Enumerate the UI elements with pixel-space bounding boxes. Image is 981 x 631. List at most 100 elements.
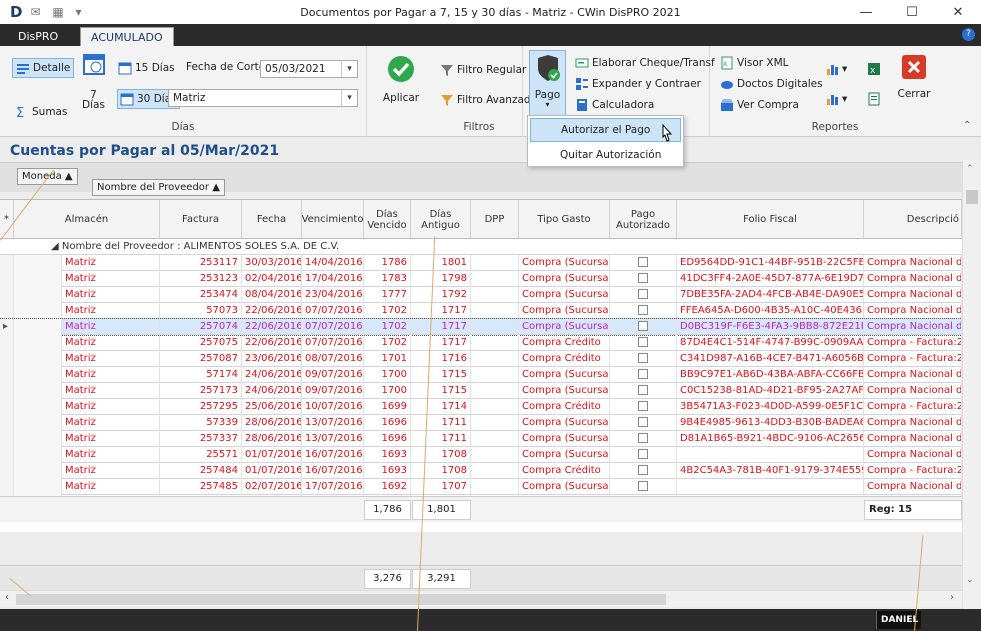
pago-autorizado-checkbox[interactable] [638, 289, 648, 299]
report-sheet-button[interactable] [867, 92, 884, 106]
pago-autorizado-checkbox[interactable] [638, 433, 648, 443]
collapse-ribbon-icon[interactable]: ⌃ [963, 120, 971, 131]
scroll-down-icon[interactable]: ⌄ [966, 575, 974, 585]
maximize-icon[interactable]: ☐ [889, 0, 935, 24]
column-pago-autorizado[interactable]: Pago Autorizado [610, 200, 677, 239]
column-folio-fiscal[interactable]: Folio Fiscal [677, 200, 864, 239]
calculadora-button[interactable]: Calculadora [575, 98, 654, 112]
15-dias-button[interactable]: 15 Días [118, 58, 175, 78]
doctos-digitales-button[interactable]: Doctos Digitales [720, 77, 823, 91]
column-vencimiento[interactable]: Vencimiento [302, 200, 364, 239]
elaborar-cheque-button[interactable]: Elaborar Cheque/Transf [575, 56, 715, 70]
column-dias-antiguo[interactable]: Días Antiguo [411, 200, 471, 239]
quick-access-icons[interactable]: ✉ ▦ ▾ [30, 5, 85, 19]
table-row[interactable]: ▸ Matriz 257074 22/06/2016 07/07/2016 1702 171… [0, 318, 963, 336]
minimize-icon[interactable]: — [843, 0, 889, 24]
cell-dpp [471, 319, 519, 336]
column-dpp[interactable]: DPP [471, 200, 519, 239]
row-indicator[interactable]: ▸ [0, 319, 14, 336]
row-indicator[interactable] [0, 399, 14, 416]
pago-autorizado-checkbox[interactable] [638, 337, 648, 347]
pago-autorizado-checkbox[interactable] [638, 353, 648, 363]
row-indicator[interactable] [0, 479, 14, 496]
pago-autorizado-checkbox[interactable] [638, 257, 648, 267]
horizontal-scrollbar[interactable]: ‹ › [0, 590, 962, 607]
pago-autorizado-checkbox[interactable] [638, 449, 648, 459]
row-indicator[interactable] [0, 431, 14, 448]
table-row[interactable]: Matriz 257295 25/06/2016 10/07/2016 1699 1714… [0, 399, 962, 416]
aplicar-button[interactable]: Aplicar [378, 54, 424, 114]
table-row[interactable]: Matriz 253123 02/04/2016 17/04/2016 1783 1798… [0, 271, 962, 288]
table-row[interactable]: Matriz 253117 30/03/2016 14/04/2016 1786 1801… [0, 255, 962, 272]
pago-autorizado-checkbox[interactable] [638, 369, 648, 379]
table-row[interactable]: Matriz 257484 01/07/2016 16/07/2016 1693 1708… [0, 463, 962, 480]
column-tipo-gasto[interactable]: Tipo Gasto [519, 200, 610, 239]
vertical-scrollbar[interactable]: ⌃ ⌄ [962, 160, 981, 609]
row-indicator[interactable] [0, 383, 14, 400]
chart-dropdown-2[interactable]: ▾ [825, 92, 847, 106]
pago-autorizado-checkbox[interactable] [638, 321, 648, 331]
tab-acumulado[interactable]: ACUMULADO [80, 27, 174, 46]
row-indicator[interactable] [0, 255, 14, 272]
pago-autorizado-checkbox[interactable] [638, 481, 648, 491]
table-row[interactable]: Matriz 57339 28/06/2016 13/07/2016 1696 1711 C… [0, 415, 962, 432]
pago-autorizado-checkbox[interactable] [638, 385, 648, 395]
table-row[interactable]: Matriz 257485 02/07/2016 17/07/2016 1692 1707… [0, 479, 962, 496]
quitar-autorizacion-item[interactable]: Quitar Autorización [530, 144, 681, 168]
detalle-button[interactable]: Detalle [12, 58, 75, 78]
pago-autorizado-checkbox[interactable] [638, 305, 648, 315]
column-almacen[interactable]: Almacén [14, 200, 160, 239]
column-descripcion[interactable]: Descripció [864, 200, 962, 239]
table-row[interactable]: Matriz 257075 22/06/2016 07/07/2016 1702 1717… [0, 335, 962, 352]
expander-button[interactable]: Expander y Contraer [575, 77, 701, 91]
cell-pago-autorizado [610, 287, 677, 304]
table-row[interactable]: Matriz 257087 23/06/2016 08/07/2016 1701 1716… [0, 351, 962, 368]
table-row[interactable]: Matriz 253474 08/04/2016 23/04/2016 1777 1792… [0, 287, 962, 304]
chart-dropdown-1[interactable]: ▾ [825, 62, 847, 76]
table-row[interactable]: Matriz 257173 24/06/2016 09/07/2016 1700 1715… [0, 383, 962, 400]
row-indicator[interactable] [0, 351, 14, 368]
column-dias-vencido[interactable]: Días Vencido [364, 200, 411, 239]
scroll-right-icon[interactable]: › [950, 592, 954, 603]
pago-button[interactable]: Pago ▾ [529, 50, 566, 116]
7-dias-button[interactable]: 7 Días [76, 52, 111, 124]
cerrar-button[interactable]: Cerrar [893, 54, 935, 114]
chevron-down-icon[interactable]: ▾ [341, 61, 357, 77]
visor-xml-button[interactable]: X Visor XML [720, 56, 789, 70]
row-indicator[interactable] [0, 303, 14, 320]
tab-dispro[interactable]: DisPRO [8, 27, 68, 46]
sumas-button[interactable]: Σ Sumas [15, 102, 67, 122]
table-row[interactable]: Matriz 57174 24/06/2016 09/07/2016 1700 1715 C… [0, 367, 962, 384]
filtro-avanzado-button[interactable]: Filtro Avanzado [440, 93, 537, 107]
row-indicator[interactable] [0, 367, 14, 384]
table-row[interactable]: Matriz 57073 22/06/2016 07/07/2016 1702 1717 C… [0, 303, 962, 320]
row-indicator[interactable] [0, 463, 14, 480]
column-fecha[interactable]: Fecha [242, 200, 302, 239]
pago-autorizado-checkbox[interactable] [638, 273, 648, 283]
table-row[interactable]: Matriz 25571 01/07/2016 16/07/2016 1693 1708 C… [0, 447, 962, 464]
scroll-up-icon[interactable]: ⌃ [966, 164, 974, 174]
group-row[interactable]: ◢ Nombre del Proveedor : ALIMENTOS SOLES… [0, 239, 962, 255]
filtro-regular-button[interactable]: Filtro Regular [440, 63, 526, 77]
pago-autorizado-checkbox[interactable] [638, 401, 648, 411]
column-factura[interactable]: Factura [160, 200, 242, 239]
row-indicator[interactable] [0, 335, 14, 352]
row-indicator[interactable] [0, 415, 14, 432]
pago-autorizado-checkbox[interactable] [638, 417, 648, 427]
close-window-icon[interactable]: ✕ [935, 0, 981, 24]
row-indicator[interactable] [0, 271, 14, 288]
excel-export-button[interactable]: x [867, 62, 884, 76]
almacen-select[interactable]: Matriz ▾ [168, 89, 358, 107]
group-chip-proveedor[interactable]: Nombre del Proveedor ▲ [92, 179, 225, 196]
scroll-left-icon[interactable]: ‹ [5, 592, 9, 603]
ver-compra-button[interactable]: Ver Compra [720, 98, 799, 112]
help-icon[interactable]: ? [962, 28, 975, 41]
pago-autorizado-checkbox[interactable] [638, 465, 648, 475]
chevron-down-icon[interactable]: ▾ [341, 90, 357, 106]
row-indicator[interactable] [0, 287, 14, 304]
hscroll-thumb[interactable] [16, 594, 666, 605]
scroll-thumb[interactable] [966, 190, 978, 204]
fecha-corte-input[interactable]: 05/03/2021 ▾ [260, 60, 358, 78]
row-indicator[interactable] [0, 447, 14, 464]
table-row[interactable]: Matriz 257337 28/06/2016 13/07/2016 1696 1711… [0, 431, 962, 448]
